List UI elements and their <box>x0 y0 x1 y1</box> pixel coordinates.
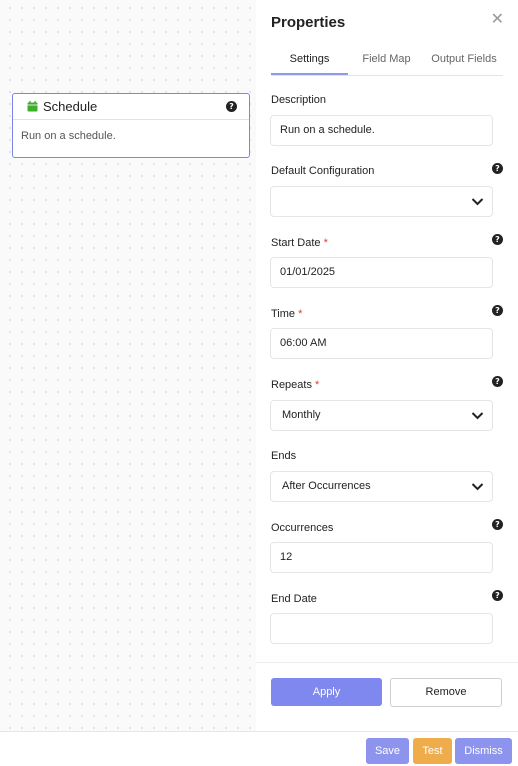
tab-bar: Settings Field Map Output Fields <box>271 44 503 76</box>
divider <box>256 662 518 663</box>
save-button[interactable]: Save <box>366 738 409 764</box>
time-label-text: Time <box>271 308 296 320</box>
dismiss-button[interactable]: Dismiss <box>455 738 512 764</box>
footer-bar: Save Test Dismiss <box>0 731 518 766</box>
repeats-label: Repeats * <box>271 379 319 391</box>
apply-button[interactable]: Apply <box>271 678 382 706</box>
help-icon[interactable]: ? <box>492 590 503 601</box>
tab-output-fields[interactable]: Output Fields <box>425 44 503 75</box>
required-mark: * <box>315 379 320 391</box>
close-icon[interactable]: ✕ <box>491 12 504 28</box>
chevron-down-icon <box>471 412 484 420</box>
chevron-down-icon <box>471 198 484 206</box>
node-title: Schedule <box>43 99 98 114</box>
test-button[interactable]: Test <box>413 738 452 764</box>
required-mark: * <box>298 308 303 320</box>
node-header: Schedule ? <box>13 94 249 120</box>
time-label: Time * <box>271 308 302 320</box>
repeats-value: Monthly <box>282 409 321 421</box>
tab-settings[interactable]: Settings <box>271 44 348 75</box>
tab-field-map[interactable]: Field Map <box>348 44 425 75</box>
start-date-label-text: Start Date <box>271 237 321 249</box>
help-icon[interactable]: ? <box>492 519 503 530</box>
occurrences-label: Occurrences <box>271 522 334 534</box>
chevron-down-icon <box>471 483 484 491</box>
schedule-node[interactable]: Schedule ? Run on a schedule. <box>12 93 250 158</box>
help-icon[interactable]: ? <box>492 376 503 387</box>
remove-button[interactable]: Remove <box>390 678 502 707</box>
start-date-input[interactable]: 01/01/2025 <box>270 257 493 288</box>
occurrences-input[interactable]: 12 <box>270 542 493 573</box>
help-icon[interactable]: ? <box>226 101 237 112</box>
required-mark: * <box>323 237 328 249</box>
help-icon[interactable]: ? <box>492 163 503 174</box>
description-label: Description <box>271 94 327 106</box>
ends-select[interactable]: After Occurrences <box>270 471 493 502</box>
help-icon[interactable]: ? <box>492 305 503 316</box>
repeats-select[interactable]: Monthly <box>270 400 493 431</box>
start-date-label: Start Date * <box>271 237 328 249</box>
time-input[interactable]: 06:00 AM <box>270 328 493 359</box>
end-date-label: End Date <box>271 593 317 605</box>
default-configuration-select[interactable] <box>270 186 493 217</box>
panel-title: Properties <box>271 14 346 31</box>
default-configuration-label: Default Configuration <box>271 165 375 177</box>
end-date-input[interactable] <box>270 613 493 644</box>
calendar-icon <box>27 101 38 112</box>
repeats-label-text: Repeats <box>271 379 312 391</box>
help-icon[interactable]: ? <box>492 234 503 245</box>
node-description: Run on a schedule. <box>21 130 116 142</box>
ends-label: Ends <box>271 450 297 462</box>
properties-panel: Properties ✕ Settings Field Map Output F… <box>256 0 518 731</box>
workflow-canvas[interactable]: Schedule ? Run on a schedule. <box>0 0 256 731</box>
description-input[interactable]: Run on a schedule. <box>270 115 493 146</box>
ends-value: After Occurrences <box>282 480 371 492</box>
